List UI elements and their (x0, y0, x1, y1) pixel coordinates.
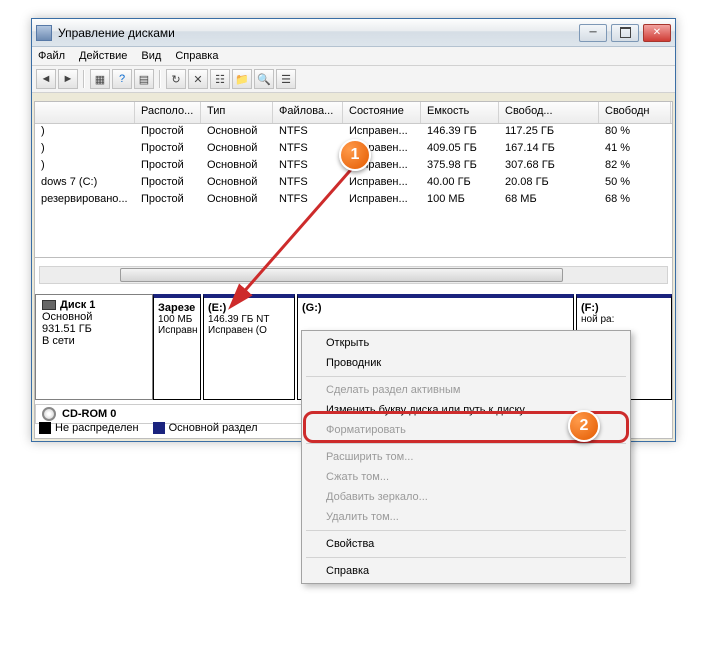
col-type[interactable]: Тип (201, 102, 273, 123)
menu-file[interactable]: Файл (38, 50, 65, 62)
ctx-extend: Расширить том... (304, 447, 628, 467)
context-menu: Открыть Проводник Сделать раздел активны… (301, 330, 631, 584)
horizontal-scrollbar[interactable] (39, 266, 668, 284)
col-status[interactable]: Состояние (343, 102, 421, 123)
disk-icon (42, 300, 56, 310)
close-button[interactable] (643, 24, 671, 42)
ctx-mirror: Добавить зеркало... (304, 487, 628, 507)
partition-e[interactable]: (E:) 146.39 ГБ NT Исправен (О (203, 294, 295, 400)
list-row[interactable]: резервировано...ПростойОсновнойNTFSИспра… (35, 192, 672, 209)
menubar: Файл Действие Вид Справка (32, 47, 675, 66)
disk1-label[interactable]: Диск 1 Основной 931.51 ГБ В сети (35, 294, 153, 400)
ctx-explorer[interactable]: Проводник (304, 353, 628, 373)
legend: Не распределен Основной раздел (39, 420, 258, 436)
view-detail-button[interactable]: ▤ (134, 69, 154, 89)
ctx-delete: Удалить том... (304, 507, 628, 527)
forward-button[interactable]: ► (58, 69, 78, 89)
titlebar[interactable]: Управление дисками (32, 19, 675, 47)
window-title: Управление дисками (58, 26, 579, 40)
back-button[interactable]: ◄ (36, 69, 56, 89)
help-button[interactable]: ? (112, 69, 132, 89)
col-capacity[interactable]: Емкость (421, 102, 499, 123)
col-freepct[interactable]: Свободн (599, 102, 671, 123)
callout-2: 2 (568, 410, 600, 442)
properties-button[interactable]: ☷ (210, 69, 230, 89)
menu-action[interactable]: Действие (79, 50, 127, 62)
legend-swatch-primary (153, 422, 165, 434)
menu-help[interactable]: Справка (175, 50, 218, 62)
volume-list[interactable]: Располо... Тип Файлова... Состояние Емко… (35, 102, 672, 258)
menu-view[interactable]: Вид (141, 50, 161, 62)
settings-button[interactable]: ☰ (276, 69, 296, 89)
callout-1: 1 (339, 139, 371, 171)
ctx-active: Сделать раздел активным (304, 380, 628, 400)
list-row[interactable]: dows 7 (C:)ПростойОсновнойNTFSИсправен..… (35, 175, 672, 192)
col-volume[interactable] (35, 102, 135, 123)
cd-icon (42, 407, 56, 421)
ctx-shrink: Сжать том... (304, 467, 628, 487)
delete-button[interactable]: ✕ (188, 69, 208, 89)
refresh-button[interactable]: ↻ (166, 69, 186, 89)
col-free[interactable]: Свобод... (499, 102, 599, 123)
app-icon (36, 25, 52, 41)
col-layout[interactable]: Располо... (135, 102, 201, 123)
minimize-button[interactable] (579, 24, 607, 42)
open-button[interactable]: 📁 (232, 69, 252, 89)
partition-reserved[interactable]: Зарезе 100 МБ Исправн (153, 294, 201, 400)
ctx-help[interactable]: Справка (304, 561, 628, 581)
list-header[interactable]: Располо... Тип Файлова... Состояние Емко… (35, 102, 672, 124)
maximize-button[interactable] (611, 24, 639, 42)
ctx-properties[interactable]: Свойства (304, 534, 628, 554)
scroll-thumb[interactable] (120, 268, 563, 282)
col-fs[interactable]: Файлова... (273, 102, 343, 123)
legend-swatch-unallocated (39, 422, 51, 434)
search-button[interactable]: 🔍 (254, 69, 274, 89)
ctx-open[interactable]: Открыть (304, 333, 628, 353)
toolbar: ◄ ► ▦ ? ▤ ↻ ✕ ☷ 📁 🔍 ☰ (32, 66, 675, 93)
view-list-button[interactable]: ▦ (90, 69, 110, 89)
